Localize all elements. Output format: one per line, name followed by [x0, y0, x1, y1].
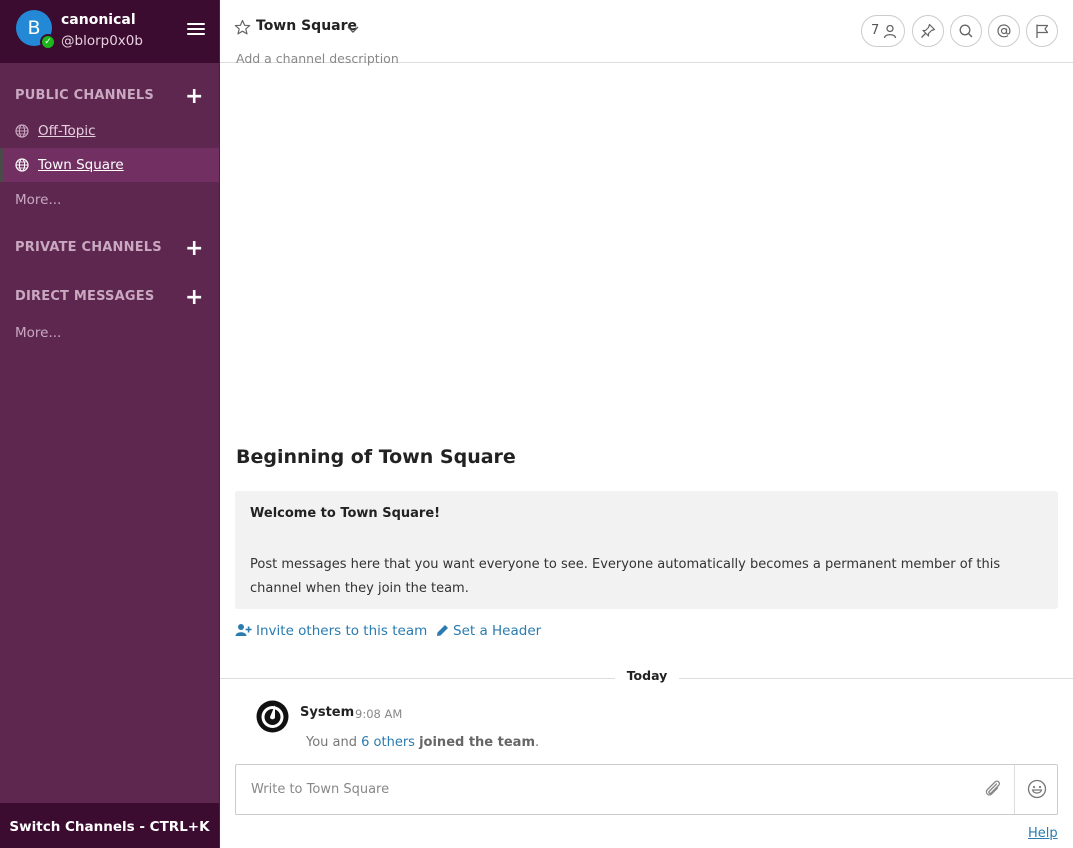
at-mention-icon	[997, 24, 1011, 38]
others-link[interactable]: 6 others	[361, 735, 415, 750]
sidebar-item-town-square[interactable]: Town Square	[0, 148, 219, 182]
flagged-posts-button[interactable]	[1026, 15, 1058, 47]
sidebar: B ✓ canonical @blorp0x0b PUBLIC CHANNELS…	[0, 0, 220, 848]
online-status-icon: ✓	[40, 34, 56, 50]
globe-icon	[15, 124, 29, 138]
member-icon	[883, 24, 897, 39]
invite-others-label: Invite others to this team	[256, 623, 428, 639]
chevron-down-icon[interactable]	[347, 24, 359, 34]
switch-channels-button[interactable]: Switch Channels - CTRL+K	[0, 803, 219, 848]
channel-intro-box: Welcome to Town Square! Post messages he…	[235, 491, 1058, 609]
add-public-channel-button[interactable]: +	[185, 86, 203, 108]
sidebar-item-label: Town Square	[38, 157, 124, 173]
search-button[interactable]	[950, 15, 982, 47]
post-message-end: .	[535, 735, 540, 750]
paperclip-icon[interactable]	[983, 778, 1003, 800]
team-name[interactable]: canonical	[61, 12, 136, 28]
hamburger-menu-icon[interactable]	[187, 23, 205, 37]
public-channels-title: PUBLIC CHANNELS	[15, 88, 154, 103]
welcome-heading: Welcome to Town Square!	[250, 506, 441, 521]
add-direct-message-button[interactable]: +	[185, 287, 203, 309]
welcome-body: Post messages here that you want everyon…	[250, 557, 1001, 596]
channel-description-placeholder[interactable]: Add a channel description	[236, 51, 399, 66]
username: @blorp0x0b	[61, 33, 143, 49]
more-public-channels-link[interactable]: More...	[15, 192, 61, 208]
star-icon[interactable]	[234, 19, 251, 36]
flag-icon	[1036, 24, 1049, 38]
post-message-action: joined the team	[419, 735, 536, 750]
post-author[interactable]: System	[300, 705, 354, 720]
member-count: 7	[871, 23, 880, 38]
message-composer	[235, 764, 1058, 815]
composer-divider	[1014, 765, 1015, 814]
direct-messages-title: DIRECT MESSAGES	[15, 289, 155, 304]
system-avatar-icon	[256, 700, 289, 733]
globe-icon	[15, 158, 29, 172]
pin-icon	[921, 23, 936, 38]
set-header-link[interactable]: Set a Header	[436, 623, 541, 639]
add-private-channel-button[interactable]: +	[185, 238, 203, 260]
channel-header: Town Square Add a channel description 7	[220, 0, 1073, 66]
more-direct-messages-link[interactable]: More...	[15, 325, 61, 341]
sidebar-item-label: Off-Topic	[38, 123, 96, 139]
sidebar-item-off-topic[interactable]: Off-Topic	[0, 114, 219, 148]
members-button[interactable]: 7	[861, 15, 905, 47]
post-message-prefix: You and	[306, 735, 362, 750]
emoji-icon[interactable]	[1027, 779, 1047, 799]
pencil-icon	[437, 625, 448, 636]
message-input[interactable]	[236, 765, 976, 814]
channel-title[interactable]: Town Square	[256, 18, 357, 34]
add-user-icon	[235, 624, 252, 636]
post-time[interactable]: 9:08 AM	[355, 707, 402, 721]
date-separator: Today	[615, 668, 679, 683]
pinned-posts-button[interactable]	[912, 15, 944, 47]
set-header-label: Set a Header	[453, 623, 542, 639]
post-message: You and 6 others joined the team.	[306, 735, 539, 750]
help-link[interactable]: Help	[1028, 826, 1058, 841]
channel-intro-title: Beginning of Town Square	[236, 446, 516, 468]
invite-others-link[interactable]: Invite others to this team	[235, 623, 427, 639]
search-icon	[959, 24, 973, 38]
mentions-button[interactable]	[988, 15, 1020, 47]
private-channels-title: PRIVATE CHANNELS	[15, 240, 162, 255]
sidebar-header: B ✓ canonical @blorp0x0b	[0, 0, 219, 63]
